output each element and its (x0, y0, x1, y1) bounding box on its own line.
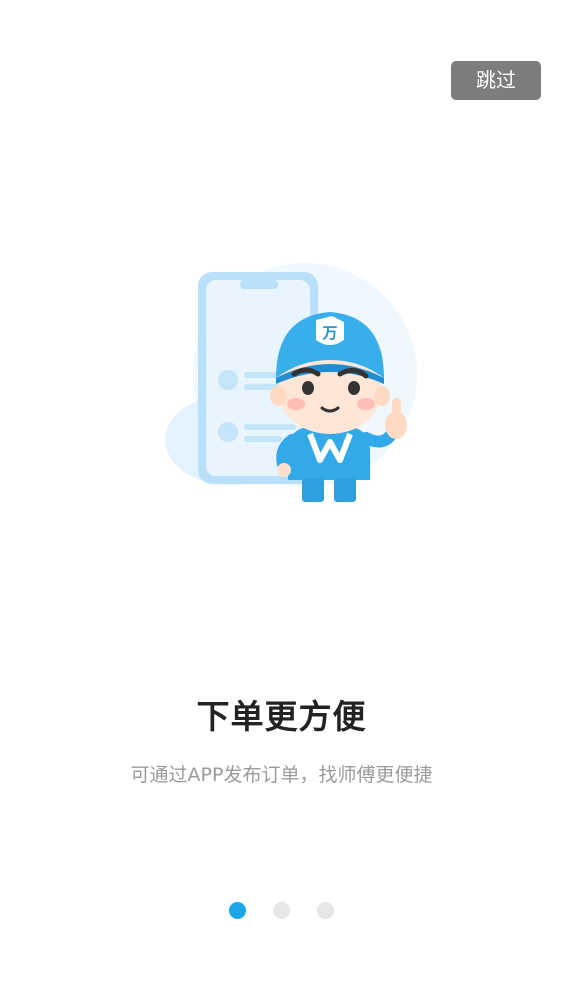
cap-badge: 万 (321, 324, 337, 342)
skip-button[interactable]: 跳过 (451, 61, 541, 100)
page-title: 下单更方便 (196, 697, 367, 736)
page-dot-2[interactable] (273, 902, 290, 919)
page-subtitle: 可通过APP发布订单，找师傅更便捷 (130, 764, 433, 786)
page-dot-1[interactable] (229, 902, 246, 919)
page-indicator (0, 902, 563, 920)
page-dot-3[interactable] (317, 902, 334, 919)
onboarding-screen: 跳过 万 下单更方便 可通过APP发布订单，找师傅更便捷 (0, 0, 563, 1000)
onboarding-illustration: 万 (165, 263, 417, 502)
